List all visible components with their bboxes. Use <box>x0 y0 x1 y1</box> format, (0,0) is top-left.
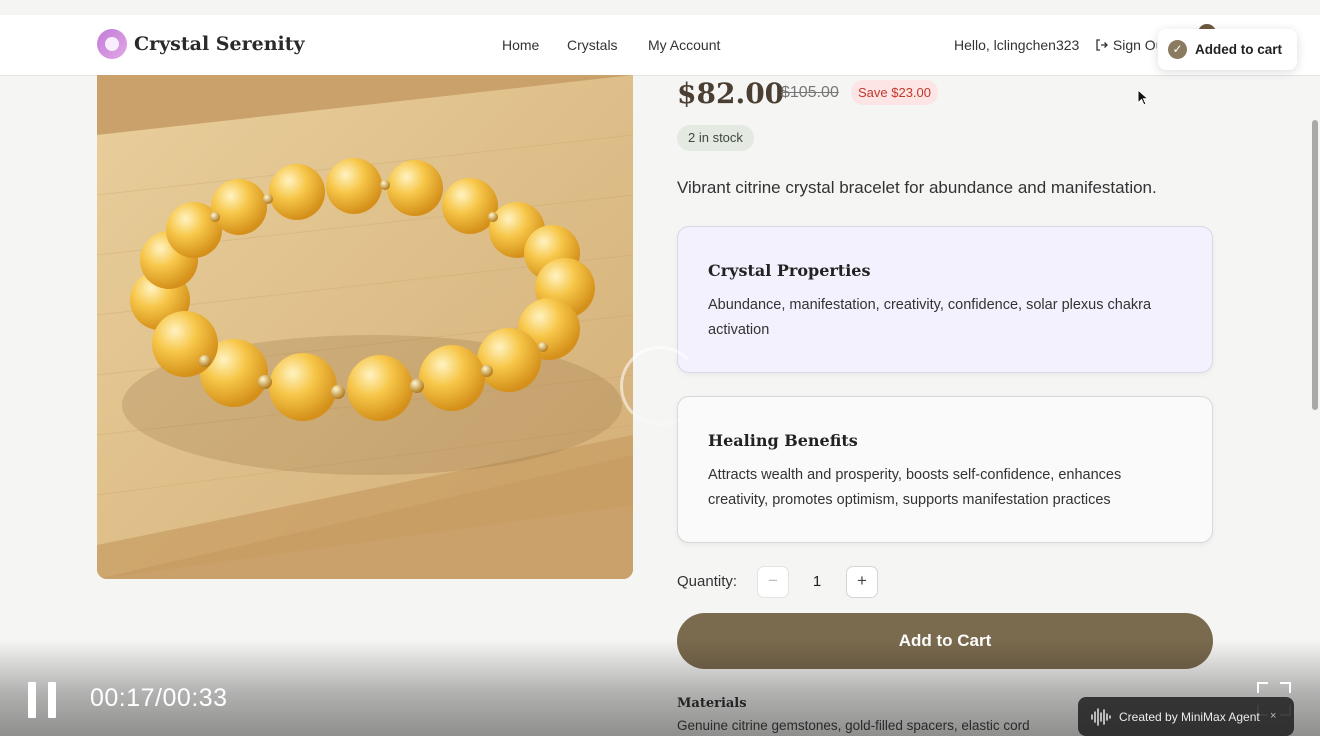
toast-message: Added to cart <box>1195 42 1283 57</box>
sale-price: $82.00 <box>677 77 785 110</box>
quantity-value[interactable]: 1 <box>810 573 824 590</box>
check-circle-icon: ✓ <box>1168 40 1187 59</box>
user-greeting: Hello, lclingchen323 <box>954 37 1080 53</box>
video-timecode: 00:17/00:33 <box>90 684 228 712</box>
stock-badge: 2 in stock <box>677 125 754 151</box>
loading-spinner-icon <box>620 346 700 426</box>
crystal-properties-text: Abundance, manifestation, creativity, co… <box>708 297 1152 338</box>
product-image[interactable] <box>97 75 633 579</box>
healing-benefits-card: Healing Benefits Attracts wealth and pro… <box>677 396 1213 543</box>
logo-icon[interactable] <box>97 29 127 59</box>
healing-benefits-title: Healing Benefits <box>708 431 858 450</box>
nav-home[interactable]: Home <box>502 37 539 53</box>
watermark-text: Created by MiniMax Agent <box>1119 710 1260 724</box>
audio-wave-icon <box>1091 708 1111 726</box>
site-header: Crystal Serenity Home Crystals My Accoun… <box>0 15 1320 76</box>
nav-crystals[interactable]: Crystals <box>567 37 618 53</box>
crystal-properties-title: Crystal Properties <box>708 261 871 280</box>
materials-title: Materials <box>677 696 747 711</box>
sign-out-icon <box>1096 39 1108 51</box>
healing-benefits-text: Attracts wealth and prosperity, boosts s… <box>708 467 1122 508</box>
quantity-increase-button[interactable]: + <box>846 566 878 598</box>
product-description: Vibrant citrine crystal bracelet for abu… <box>677 178 1157 197</box>
add-to-cart-button[interactable]: Add to Cart <box>677 613 1213 669</box>
materials-text: Genuine citrine gemstones, gold-filled s… <box>677 718 1030 733</box>
minimax-watermark: Created by MiniMax Agent × <box>1078 697 1294 736</box>
save-badge: Save $23.00 <box>851 80 939 105</box>
quantity-decrease-button[interactable]: − <box>757 566 789 598</box>
nav-my-account[interactable]: My Account <box>648 37 720 53</box>
citrine-bracelet-illustration <box>97 75 633 579</box>
page-scrollbar[interactable] <box>1312 120 1318 410</box>
crystal-properties-card: Crystal Properties Abundance, manifestat… <box>677 226 1213 373</box>
original-price: $105.00 <box>781 84 839 101</box>
added-to-cart-toast: ✓ Added to cart <box>1158 29 1297 70</box>
pause-button[interactable] <box>28 682 58 718</box>
watermark-close-icon[interactable]: × <box>1270 710 1276 722</box>
sign-out-label: Sign Out <box>1112 37 1157 53</box>
mouse-cursor-icon <box>1137 89 1149 106</box>
sign-out-button[interactable]: Sign Out <box>1095 37 1157 53</box>
brand-name[interactable]: Crystal Serenity <box>134 33 305 55</box>
quantity-label: Quantity: <box>677 573 738 590</box>
